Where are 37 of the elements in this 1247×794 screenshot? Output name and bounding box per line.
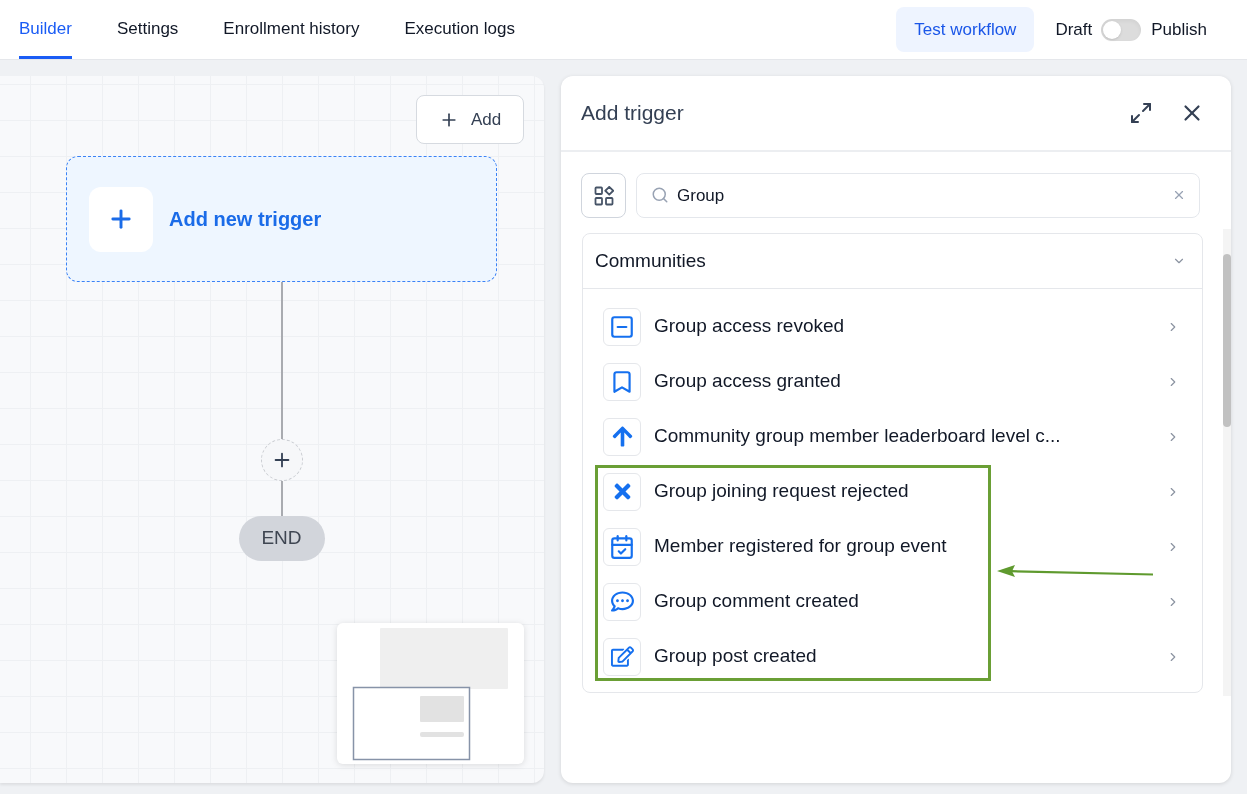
panel-title: Add trigger [581,100,684,127]
trigger-option[interactable]: Group access granted [654,367,841,396]
test-workflow-button[interactable]: Test workflow [896,7,1035,52]
trigger-option[interactable]: Group joining request rejected [654,477,909,506]
category-grid-button[interactable] [581,173,626,218]
publish-toggle[interactable] [1101,18,1142,41]
calendar-check-icon [603,527,641,566]
publish-label: Publish [1151,18,1207,41]
end-node: END [238,516,325,561]
arrow-up-icon [603,417,641,456]
scrollbar-thumb[interactable] [1223,254,1231,427]
search-field[interactable]: Group [636,173,1200,218]
expand-icon[interactable] [1129,101,1153,125]
tab[interactable]: Settings [116,0,179,59]
trigger-option[interactable]: Group access revoked [654,312,845,341]
x-mark-icon [603,472,641,511]
minus-square-icon [603,307,641,346]
trigger-option[interactable]: Community group member leaderboard level c... [654,422,1061,451]
category-title[interactable]: Communities [595,246,706,276]
search-icon [651,186,669,204]
tab[interactable]: Enrollment history [223,0,360,59]
add-trigger-node[interactable]: Add new trigger [66,156,497,282]
add-button[interactable]: Add [416,95,524,144]
pen-square-icon [603,637,641,676]
draft-label: Draft [1055,18,1093,41]
shapes-grid-icon [593,185,614,206]
clear-icon[interactable] [1172,188,1186,202]
trigger-option[interactable]: Group comment created [654,587,859,616]
tab[interactable]: Builder [19,0,72,59]
speech-bubble-icon [603,582,641,621]
bookmark-icon [603,362,641,401]
trigger-option[interactable]: Member registered for group event [654,532,947,561]
plus-icon [89,186,153,252]
trigger-option[interactable]: Group post created [654,642,817,671]
tab[interactable]: Execution logs [404,0,515,59]
connector-line [280,481,283,516]
left-arrow-icon [997,564,1155,578]
